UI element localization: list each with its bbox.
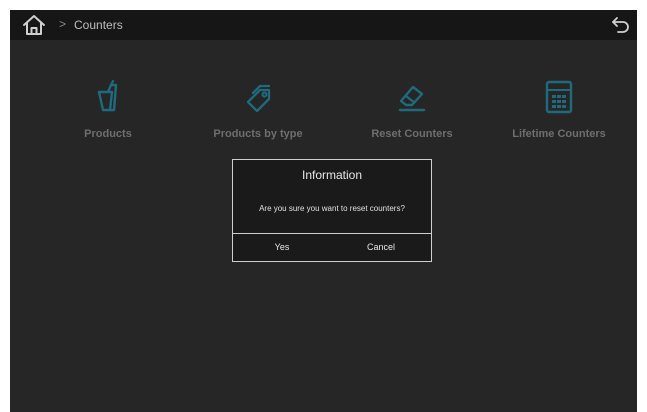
calculator-icon	[545, 80, 573, 114]
tags-icon	[246, 84, 271, 113]
back-button[interactable]	[611, 15, 631, 35]
yes-button[interactable]: Yes	[233, 234, 331, 261]
tile-products-by-type-label: Products by type	[213, 128, 303, 140]
tile-reset-counters[interactable]: Reset Counters	[332, 80, 492, 150]
tile-reset-counters-label: Reset Counters	[371, 128, 453, 140]
tile-lifetime-counters-label: Lifetime Counters	[512, 128, 606, 140]
tile-lifetime-counters[interactable]: Lifetime Counters	[479, 80, 637, 150]
home-button[interactable]	[22, 14, 46, 36]
home-icon	[23, 15, 45, 35]
eraser-icon	[398, 85, 426, 112]
app-screen: > Counters Products Products by type Res…	[10, 10, 637, 412]
confirm-dialog: Information Are you sure you want to res…	[232, 159, 432, 262]
breadcrumb-current: Counters	[74, 18, 123, 32]
tile-products[interactable]: Products	[28, 80, 188, 150]
cups-icon	[97, 80, 118, 112]
tile-products-label: Products	[84, 128, 132, 140]
dialog-message: Are you sure you want to reset counters?	[259, 204, 405, 213]
cancel-button[interactable]: Cancel	[331, 234, 431, 261]
dialog-title: Information	[301, 168, 363, 182]
top-bar: > Counters	[10, 10, 637, 40]
tile-products-by-type[interactable]: Products by type	[178, 80, 338, 150]
back-arrow-icon	[612, 17, 629, 33]
breadcrumb-separator: >	[59, 17, 67, 31]
